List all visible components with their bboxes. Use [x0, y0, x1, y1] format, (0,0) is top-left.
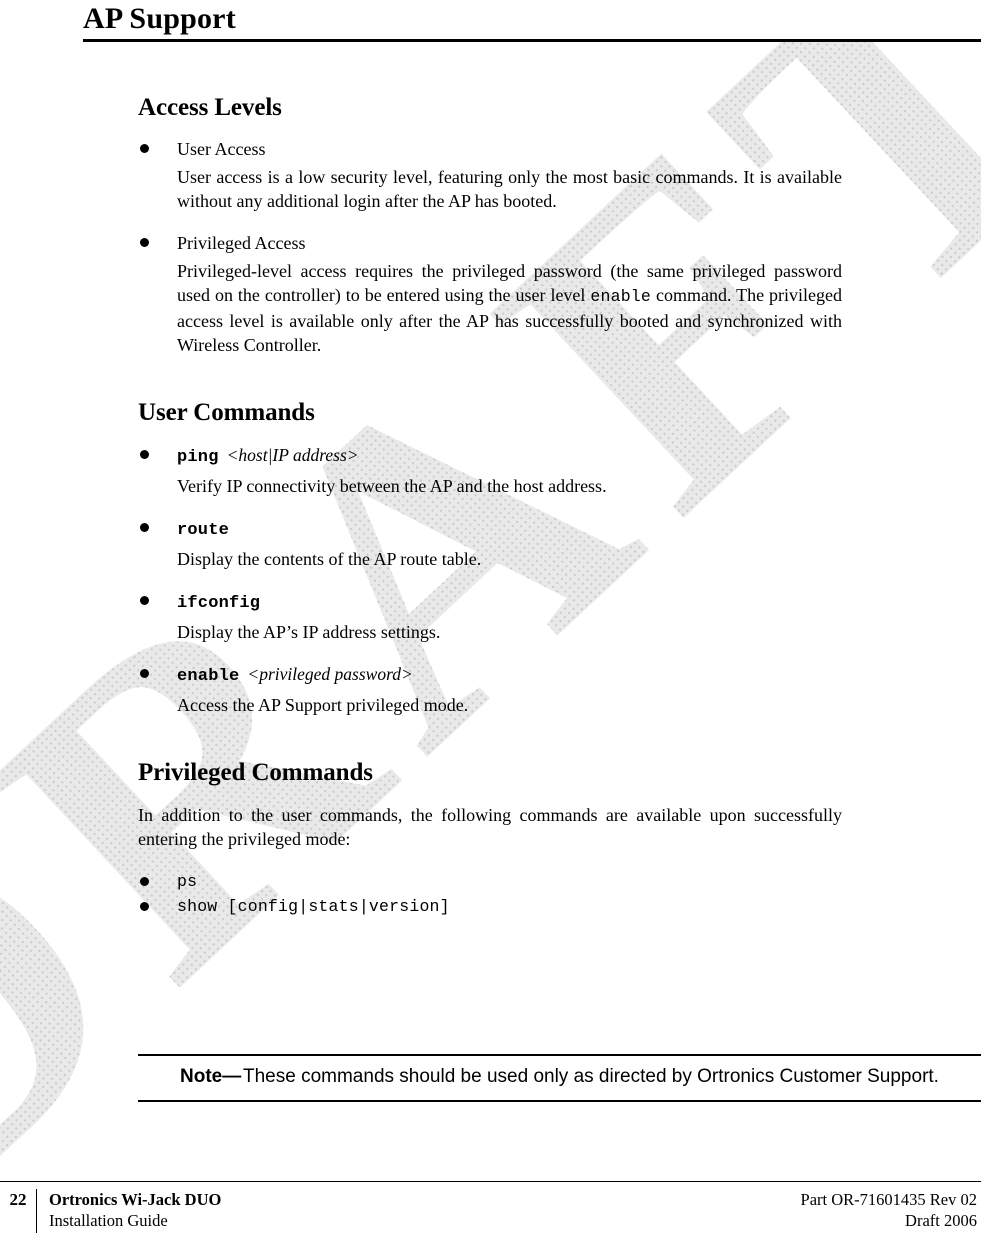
footer-product-name: Ortronics Wi-Jack DUO: [49, 1190, 222, 1209]
command-name: ping: [177, 448, 219, 467]
page-number: 22: [9, 1190, 27, 1209]
footer-draft-year: Draft 2006: [905, 1211, 977, 1230]
bullet-dot-icon: [140, 877, 149, 886]
footer-left-block: Ortronics Wi-Jack DUO Installation Guide: [49, 1189, 801, 1231]
command-enable: enable <privileged password>: [138, 662, 842, 689]
footer-separator-rule: [36, 1189, 37, 1233]
bullet-label: User Access: [177, 139, 266, 159]
command-description-route: Display the contents of the AP route tab…: [177, 549, 482, 569]
footer-part-number: Part OR-71601435 Rev 02: [800, 1190, 977, 1209]
inline-code-enable: enable: [590, 287, 652, 306]
footer-right-block: Part OR-71601435 Rev 02 Draft 2006: [801, 1189, 981, 1231]
command-name: show [config|stats|version]: [177, 897, 450, 916]
paragraph-user-access: User access is a low security level, fea…: [177, 167, 842, 211]
page-title: AP Support: [83, 2, 236, 35]
command-name: ps: [177, 872, 198, 891]
command-ifconfig: ifconfig: [138, 589, 842, 616]
footer-doc-type: Installation Guide: [49, 1211, 168, 1230]
bullet-dot-icon: [140, 902, 149, 911]
command-description-ifconfig: Display the AP’s IP address settings.: [177, 622, 441, 642]
bullet-dot-icon: [140, 238, 149, 247]
command-name: ifconfig: [177, 594, 261, 613]
note-label: Note—: [180, 1066, 242, 1087]
command-description-enable: Access the AP Support privileged mode.: [177, 695, 469, 715]
section-heading-privileged-commands: Privileged Commands: [138, 759, 373, 786]
command-route: route: [138, 516, 842, 543]
document-body: Access Levels User Access User access is…: [138, 94, 842, 920]
note-callout: Note— These commands should be used only…: [138, 1054, 981, 1102]
command-show: show [config|stats|version]: [138, 895, 842, 919]
page-footer: 22 Ortronics Wi-Jack DUO Installation Gu…: [0, 1181, 981, 1233]
note-text: These commands should be used only as di…: [243, 1066, 939, 1087]
command-argument: <host|IP address>: [226, 445, 359, 465]
bullet-dot-icon: [140, 596, 149, 605]
command-ping: ping <host|IP address>: [138, 443, 842, 470]
document-page: DRAFT AP Support Access Levels User Acce…: [0, 0, 981, 1240]
bullet-dot-icon: [140, 144, 149, 153]
paragraph-privileged-access: Privileged-level access requires the pri…: [138, 259, 842, 357]
command-name: enable: [177, 667, 240, 686]
bullet-user-access: User Access: [138, 138, 842, 160]
bullet-privileged-access: Privileged Access: [138, 232, 842, 254]
bullet-dot-icon: [140, 523, 149, 532]
header-divider: [83, 39, 981, 42]
section-heading-access-levels: Access Levels: [138, 94, 282, 121]
page-header: AP Support: [83, 0, 981, 42]
command-ps: ps: [138, 870, 842, 894]
section-heading-user-commands: User Commands: [138, 399, 315, 426]
command-argument: <privileged password>: [247, 664, 413, 684]
bullet-dot-icon: [140, 450, 149, 459]
paragraph-privileged-intro: In addition to the user commands, the fo…: [138, 805, 842, 849]
bullet-dot-icon: [140, 669, 149, 678]
command-name: route: [177, 521, 230, 540]
command-description-ping: Verify IP connectivity between the AP an…: [177, 476, 607, 496]
bullet-label: Privileged Access: [177, 233, 306, 253]
